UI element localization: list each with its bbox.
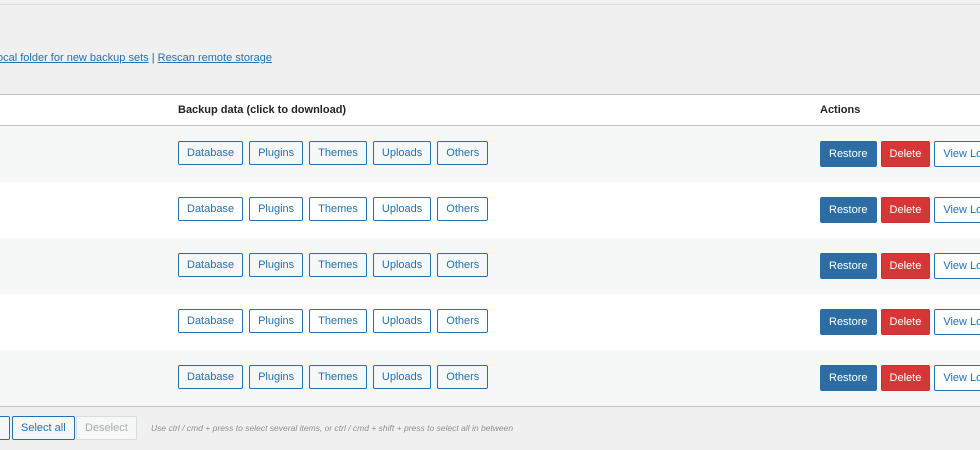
download-themes-button[interactable]: Themes <box>309 141 367 165</box>
download-plugins-button[interactable]: Plugins <box>249 309 304 333</box>
download-database-button[interactable]: Database <box>178 309 244 333</box>
delete-button[interactable]: Delete <box>880 365 931 391</box>
download-database-button[interactable]: Database <box>178 197 244 221</box>
backup-data-buttons: Database Plugins Themes Uploads Others <box>178 197 489 221</box>
table-row: Database Plugins Themes Uploads Others R… <box>0 294 980 350</box>
restore-button[interactable]: Restore <box>820 365 877 391</box>
row-actions: Restore Delete View Log <box>820 253 980 279</box>
backup-data-buttons: Database Plugins Themes Uploads Others <box>178 365 489 389</box>
download-uploads-button[interactable]: Uploads <box>372 253 432 277</box>
backup-data-buttons: Database Plugins Themes Uploads Others <box>178 141 489 165</box>
download-others-button[interactable]: Others <box>437 365 489 389</box>
view-log-button[interactable]: View Log <box>934 309 980 335</box>
restore-button[interactable]: Restore <box>820 197 877 223</box>
row-actions: Restore Delete View Log <box>820 197 980 223</box>
table-row: Database Plugins Themes Uploads Others R… <box>0 182 980 238</box>
download-themes-button[interactable]: Themes <box>309 197 367 221</box>
download-themes-button[interactable]: Themes <box>309 253 367 277</box>
download-plugins-button[interactable]: Plugins <box>249 253 304 277</box>
storage-links: ocal folder for new backup sets | Rescan… <box>0 52 272 64</box>
restore-button[interactable]: Restore <box>820 253 877 279</box>
view-log-button[interactable]: View Log <box>934 141 980 167</box>
download-others-button[interactable]: Others <box>437 197 489 221</box>
rescan-remote-storage-link[interactable]: Rescan remote storage <box>158 52 272 64</box>
link-separator: | <box>151 52 155 64</box>
backup-data-buttons: Database Plugins Themes Uploads Others <box>178 253 489 277</box>
row-actions: Restore Delete View Log <box>820 141 980 167</box>
view-log-button[interactable]: View Log <box>934 253 980 279</box>
rescan-local-folder-link[interactable]: ocal folder for new backup sets <box>0 52 149 64</box>
bulk-actions-bar: Select all Deselect Use ctrl / cmd + pre… <box>0 415 980 443</box>
top-divider <box>0 4 980 5</box>
download-plugins-button[interactable]: Plugins <box>249 197 304 221</box>
download-uploads-button[interactable]: Uploads <box>372 365 432 389</box>
header-actions: Actions <box>820 104 861 116</box>
bulk-action-button[interactable] <box>0 416 10 440</box>
download-plugins-button[interactable]: Plugins <box>249 365 304 389</box>
backup-table: Backup data (click to download) Actions … <box>0 94 980 407</box>
download-plugins-button[interactable]: Plugins <box>249 141 304 165</box>
download-uploads-button[interactable]: Uploads <box>372 197 432 221</box>
table-row: Database Plugins Themes Uploads Others R… <box>0 350 980 406</box>
deselect-button[interactable]: Deselect <box>76 416 137 440</box>
view-log-button[interactable]: View Log <box>934 197 980 223</box>
download-themes-button[interactable]: Themes <box>309 309 367 333</box>
view-log-button[interactable]: View Log <box>934 365 980 391</box>
delete-button[interactable]: Delete <box>880 141 931 167</box>
header-backup-data: Backup data (click to download) <box>178 104 347 116</box>
delete-button[interactable]: Delete <box>880 197 931 223</box>
table-header: Backup data (click to download) Actions <box>0 95 980 126</box>
row-actions: Restore Delete View Log <box>820 309 980 335</box>
download-database-button[interactable]: Database <box>178 253 244 277</box>
select-all-button[interactable]: Select all <box>12 416 75 440</box>
delete-button[interactable]: Delete <box>880 309 931 335</box>
download-others-button[interactable]: Others <box>437 253 489 277</box>
restore-button[interactable]: Restore <box>820 309 877 335</box>
restore-button[interactable]: Restore <box>820 141 877 167</box>
download-themes-button[interactable]: Themes <box>309 365 367 389</box>
selection-hint: Use ctrl / cmd + press to select several… <box>151 423 514 433</box>
table-row: Database Plugins Themes Uploads Others R… <box>0 238 980 294</box>
download-uploads-button[interactable]: Uploads <box>372 309 432 333</box>
delete-button[interactable]: Delete <box>880 253 931 279</box>
download-database-button[interactable]: Database <box>178 141 244 165</box>
row-actions: Restore Delete View Log <box>820 365 980 391</box>
download-others-button[interactable]: Others <box>437 309 489 333</box>
table-row: Database Plugins Themes Uploads Others R… <box>0 126 980 182</box>
backup-data-buttons: Database Plugins Themes Uploads Others <box>178 309 489 333</box>
download-others-button[interactable]: Others <box>437 141 489 165</box>
download-uploads-button[interactable]: Uploads <box>372 141 432 165</box>
download-database-button[interactable]: Database <box>178 365 244 389</box>
